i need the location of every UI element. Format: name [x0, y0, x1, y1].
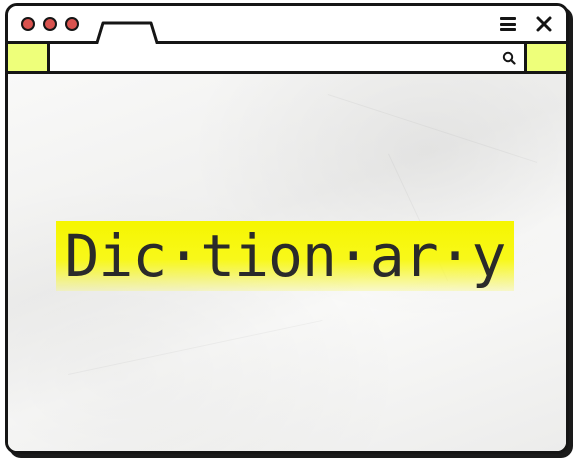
- window-dot-red[interactable]: [21, 17, 35, 31]
- address-bar-right-block: [524, 44, 566, 71]
- paper-crease: [68, 319, 323, 375]
- address-bar: [8, 44, 566, 74]
- page-content: Dic·tion·ar·y: [8, 74, 566, 451]
- browser-window: Dic·tion·ar·y: [5, 3, 569, 454]
- close-icon[interactable]: [534, 14, 554, 34]
- hamburger-menu-icon[interactable]: [500, 17, 516, 31]
- paper-crease: [327, 94, 538, 163]
- dictionary-word: Dic·tion·ar·y: [64, 222, 507, 290]
- window-dot-red[interactable]: [65, 17, 79, 31]
- search-input[interactable]: [53, 44, 527, 71]
- search-icon[interactable]: [502, 51, 516, 65]
- window-dot-red[interactable]: [43, 17, 57, 31]
- address-bar-left-block: [8, 44, 50, 71]
- title-bar: [8, 6, 566, 47]
